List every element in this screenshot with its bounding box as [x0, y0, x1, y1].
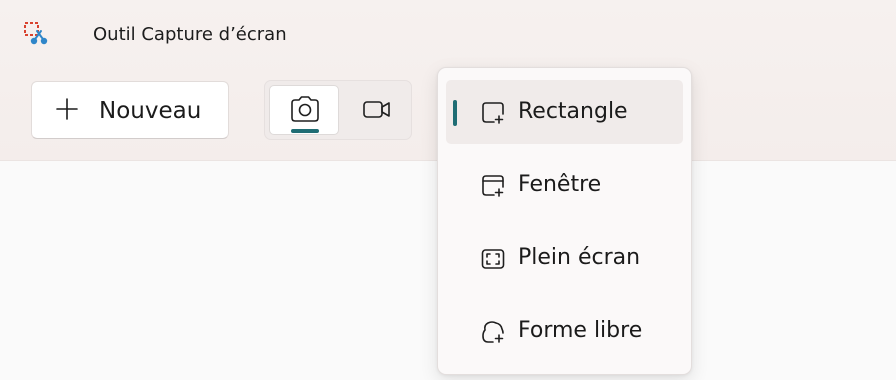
menu-item-rectangle[interactable]: Rectangle — [446, 80, 683, 144]
snipping-tool-window: Outil Capture d’écran Nouveau Rectangle … — [0, 0, 896, 380]
rectangle-snip-icon — [482, 102, 504, 124]
menu-item-window[interactable]: Fenêtre — [446, 153, 683, 217]
menu-item-label: Fenêtre — [518, 172, 602, 197]
video-camera-icon — [363, 101, 390, 118]
window-snip-icon — [482, 175, 504, 197]
menu-item-label: Forme libre — [518, 318, 643, 343]
menu-item-label: Plein écran — [518, 245, 641, 270]
new-button[interactable]: Nouveau — [31, 81, 229, 139]
camera-icon — [291, 96, 319, 122]
snip-mode-menu: Rectangle Fenêtre Plein écran Forme libr… — [437, 67, 692, 375]
app-title: Outil Capture d’écran — [93, 24, 287, 45]
selection-indicator — [453, 100, 457, 126]
menu-item-freeform[interactable]: Forme libre — [446, 299, 683, 363]
photo-mode-button[interactable] — [269, 85, 339, 135]
menu-item-label: Rectangle — [518, 99, 628, 124]
freeform-snip-icon — [482, 321, 504, 343]
new-button-label: Nouveau — [99, 98, 202, 124]
fullscreen-snip-icon — [481, 249, 505, 269]
video-mode-button[interactable] — [345, 85, 407, 135]
selected-mode-indicator — [291, 129, 319, 133]
menu-item-fullscreen[interactable]: Plein écran — [446, 226, 683, 290]
plus-icon — [56, 98, 78, 120]
capture-mode-toggle — [264, 80, 412, 140]
snipping-tool-icon — [24, 22, 48, 45]
